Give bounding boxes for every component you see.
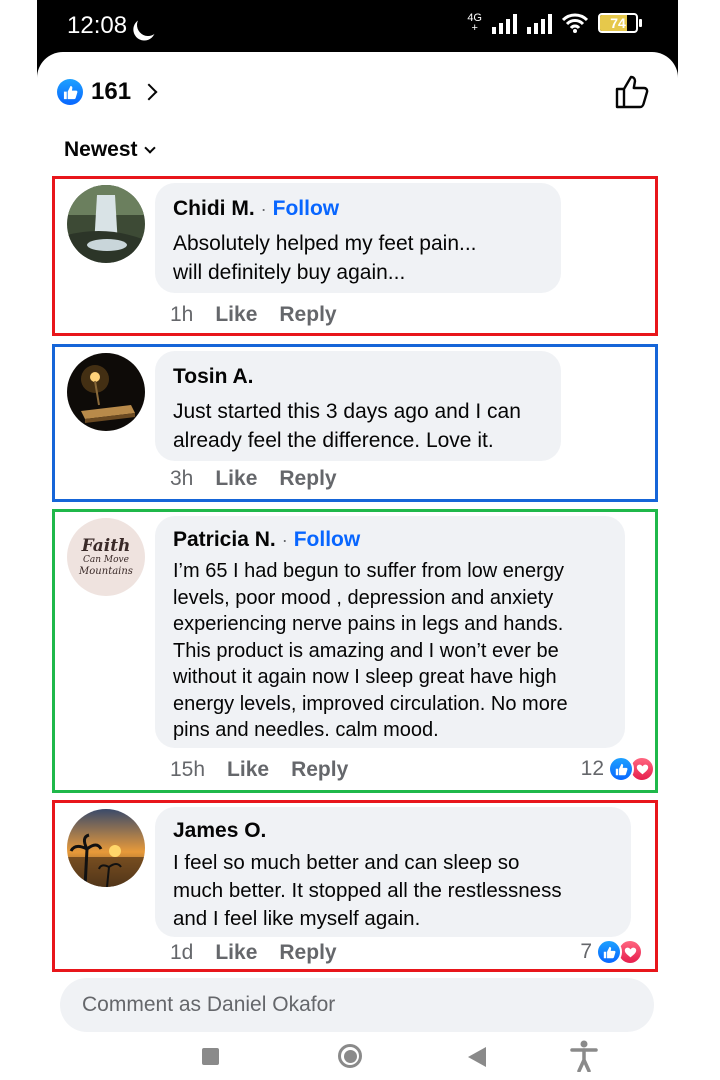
comment-text-line: already feel the difference. Love it. [173,429,494,452]
like-outline-icon[interactable] [614,74,650,110]
comment-bubble: Tosin A. Just started this 3 days ago an… [155,351,561,461]
reactions-summary[interactable]: 161 [57,78,158,106]
chevron-down-icon [143,141,156,154]
comment-time: 1h [170,303,194,326]
comment-item: James O. I feel so much better and can s… [52,800,658,972]
avatar[interactable] [67,809,145,887]
separator-dot: · [281,530,288,550]
reply-button[interactable]: Reply [279,303,336,327]
like-button[interactable]: Like [215,467,257,491]
battery-level: 74 [610,15,626,31]
comment-bubble: Patricia N. · Follow I’m 65 I had begun … [155,516,625,748]
recent-apps-button[interactable] [202,1048,219,1065]
signal-icon-sim2 [527,12,552,34]
comment-time: 3h [170,467,194,490]
like-icon [57,79,83,105]
comment-author[interactable]: James O. [173,819,266,843]
comment-actions: 1h Like Reply [170,303,359,327]
reply-button[interactable]: Reply [291,758,348,782]
comment-text-line: much better. It stopped all the restless… [173,879,562,902]
comment-text-line: experiencing nerve pains in legs and han… [173,613,564,635]
accessibility-icon[interactable] [570,1040,598,1072]
comment-reactions[interactable]: 7 [580,939,643,965]
wifi-icon [562,13,588,33]
comment-author[interactable]: Tosin A. [173,365,254,389]
avatar[interactable] [67,353,145,431]
comment-time: 1d [170,941,194,964]
separator-dot: · [260,199,267,219]
comment-text-line: energy levels, improved circulation. No … [173,692,568,715]
comment-text-line: Just started this 3 days ago and I can [173,400,521,423]
comment-reactions[interactable]: 12 [581,756,655,782]
avatar-text: Faith [81,535,131,556]
avatar-text: Can Move [83,554,129,565]
chevron-right-icon [140,83,158,101]
comment-bubble: Chidi M. · Follow Absolutely helped my f… [155,183,561,293]
like-icon [608,756,634,782]
comment-text: Absolutely helped my feet pain... will d… [173,229,543,287]
reply-button[interactable]: Reply [279,467,336,491]
sort-label: Newest [64,138,138,161]
reaction-count: 12 [580,757,604,780]
comment-text: Just started this 3 days ago and I can a… [173,397,543,455]
comment-input-placeholder: Comment as Daniel Okafor [82,993,336,1016]
network-activity-icon: + [471,22,478,34]
comments-sheet: 161 Newest Chidi M. · Follow Absolutely … [37,52,678,1080]
comment-text: I’m 65 I had begun to suffer from low en… [173,558,607,744]
comment-actions: 1d Like Reply [170,941,359,965]
reaction-count: 7 [580,940,592,963]
comment-text-line: and I feel like myself again. [173,907,421,930]
comment-text-line: without it again now I sleep great have … [173,666,557,688]
signal-icon-sim1 [492,12,517,34]
do-not-disturb-moon-icon [134,11,162,39]
reply-button[interactable]: Reply [279,941,336,965]
follow-button[interactable]: Follow [294,528,361,552]
comment-text-line: Absolutely helped my feet pain... [173,232,477,255]
comment-actions: 3h Like Reply [170,467,359,491]
comment-input[interactable]: Comment as Daniel Okafor [60,978,654,1032]
back-button[interactable] [468,1047,486,1067]
sort-dropdown[interactable]: Newest [64,138,156,162]
avatar-text: Mountains [79,565,133,577]
comment-bubble: James O. I feel so much better and can s… [155,807,631,937]
comment-text-line: will definitely buy again... [173,261,406,284]
status-time: 12:08 [67,12,128,39]
comment-text-line: pins and needles. calm mood. [173,719,439,741]
comment-time: 15h [170,758,206,781]
reaction-count: 161 [91,78,132,105]
avatar[interactable]: Faith Can Move Mountains [67,518,145,596]
avatar[interactable] [67,185,145,263]
background-left [0,0,37,1080]
comment-actions: 15h Like Reply [170,758,370,782]
comment-item: Tosin A. Just started this 3 days ago an… [52,344,658,502]
like-button[interactable]: Like [215,303,257,327]
like-button[interactable]: Like [215,941,257,965]
system-nav-bar [0,1028,720,1080]
comment-author[interactable]: Chidi M. [173,197,255,221]
like-icon [596,939,622,965]
home-button[interactable] [338,1044,362,1068]
follow-button[interactable]: Follow [273,197,340,221]
comment-text-line: levels, poor mood , depression and anxie… [173,586,554,609]
comment-text-line: I’m 65 I had begun to suffer from low en… [173,560,564,582]
comment-text: I feel so much better and can sleep so m… [173,849,613,933]
status-icons: 4G + 74 [467,12,642,34]
comment-author[interactable]: Patricia N. [173,528,276,552]
comment-item: Faith Can Move Mountains Patricia N. · F… [52,509,658,793]
like-button[interactable]: Like [227,758,269,782]
comment-text-line: This product is amazing and I won’t ever… [173,639,559,662]
comment-text-line: I feel so much better and can sleep so [173,851,520,874]
comment-item: Chidi M. · Follow Absolutely helped my f… [52,176,658,336]
background-right [683,0,720,1080]
network-type-label: 4G + [467,13,482,34]
battery-icon: 74 [598,13,642,33]
